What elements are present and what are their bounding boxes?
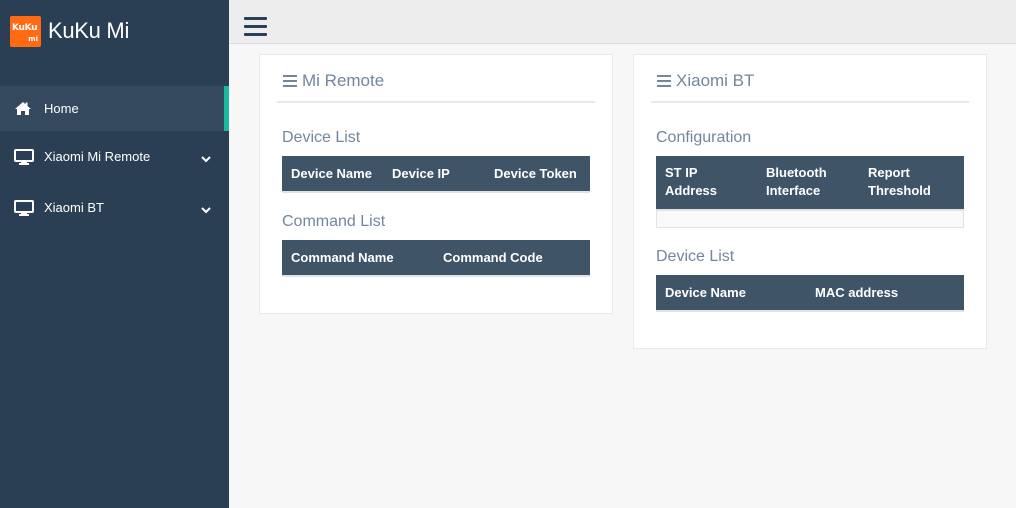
monitor-icon xyxy=(14,148,35,166)
panel-mi-remote: Mi Remote Device List Device Name Device… xyxy=(259,54,613,314)
panel-title-text: Xiaomi BT xyxy=(676,71,755,90)
column-header[interactable]: Device Token xyxy=(494,165,577,183)
table-header-devices: Device Name Device IP Device Token xyxy=(282,156,590,193)
column-header[interactable]: Report Threshold xyxy=(868,164,948,200)
chevron-down-icon xyxy=(201,203,211,213)
top-navbar xyxy=(229,0,1016,44)
app-name: KuKu Mi xyxy=(48,18,130,43)
panel-title: Xiaomi BT xyxy=(651,71,969,103)
section-label-command-list: Command List xyxy=(282,213,386,230)
column-header[interactable]: ST IP Address xyxy=(665,164,745,200)
sidebar-item-label: Home xyxy=(44,101,79,116)
column-header[interactable]: Command Name xyxy=(291,249,394,267)
sidebar: KuKu mi KuKu Mi Home Xiaomi Mi Remote Xi… xyxy=(0,0,229,508)
column-header[interactable]: Device Name xyxy=(665,284,746,302)
column-header[interactable]: Device Name xyxy=(291,165,372,183)
sidebar-item-home[interactable]: Home xyxy=(0,86,229,131)
table-header-configuration: ST IP Address Bluetooth Interface Report… xyxy=(656,156,964,211)
panel-title-text: Mi Remote xyxy=(302,71,385,90)
section-label-device-list: Device List xyxy=(282,129,361,146)
table-body-configuration xyxy=(656,211,964,228)
app-root: KuKu mi KuKu Mi Home Xiaomi Mi Remote Xi… xyxy=(0,0,1016,508)
monitor-icon xyxy=(14,199,35,217)
column-header[interactable]: MAC address xyxy=(815,284,898,302)
chevron-down-icon xyxy=(201,152,211,162)
sidebar-item-label: Xiaomi Mi Remote xyxy=(44,149,151,164)
sidebar-item-xiaomi-mi-remote[interactable]: Xiaomi Mi Remote xyxy=(0,131,229,182)
sidebar-item-label: Xiaomi BT xyxy=(44,200,104,215)
table-header-commands: Command Name Command Code xyxy=(282,240,590,277)
logo-text-top: KuKu xyxy=(12,22,38,33)
section-label-device-list: Device List xyxy=(656,248,735,265)
home-icon xyxy=(14,100,35,118)
column-header[interactable]: Bluetooth Interface xyxy=(766,164,846,200)
panel-xiaomi-bt: Xiaomi BT Configuration ST IP Address Bl… xyxy=(633,54,987,349)
sidebar-nav: Home Xiaomi Mi Remote Xiaomi BT xyxy=(0,86,229,233)
app-logo-icon: KuKu mi xyxy=(10,15,41,47)
table-header-bt-devices: Device Name MAC address xyxy=(656,275,964,312)
menu-toggle-icon[interactable] xyxy=(244,17,267,38)
section-label-configuration: Configuration xyxy=(656,129,752,146)
column-header[interactable]: Command Code xyxy=(443,249,543,267)
bars-icon xyxy=(657,75,671,87)
bars-icon xyxy=(283,75,297,87)
sidebar-item-xiaomi-bt[interactable]: Xiaomi BT xyxy=(0,182,229,233)
column-header[interactable]: Device IP xyxy=(392,165,450,183)
logo-text-bottom: mi xyxy=(28,34,38,43)
brand[interactable]: KuKu mi KuKu Mi xyxy=(10,14,129,48)
panel-title: Mi Remote xyxy=(277,71,595,103)
